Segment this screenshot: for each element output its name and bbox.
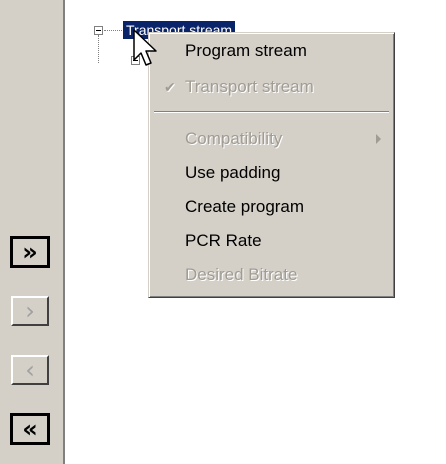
add-all-button[interactable]: » — [10, 236, 50, 268]
remove-button[interactable]: ‹ — [11, 355, 49, 385]
menu-item-desired-bitrate: Desired Bitrate — [185, 265, 298, 284]
menu-item-program-stream[interactable]: Program stream — [152, 35, 391, 67]
context-menu: Program stream ✔ Transport stream Compat… — [148, 32, 395, 298]
menu-item-compatibility: Compatibility — [152, 123, 391, 155]
double-chevron-right-icon: » — [22, 238, 38, 266]
menu-item-pcr-rate[interactable]: PCR Rate — [152, 225, 391, 257]
double-chevron-left-icon: « — [22, 415, 38, 443]
menu-item-create-program[interactable]: Create program — [152, 191, 391, 223]
add-button[interactable]: › — [11, 296, 49, 326]
menu-item-transport-stream: ✔ Transport stream — [152, 71, 391, 103]
chevron-right-icon: › — [25, 297, 35, 325]
collapse-root-icon[interactable] — [94, 26, 103, 35]
submenu-arrow-icon — [376, 134, 381, 144]
tree-connector — [98, 35, 100, 63]
menu-item-use-padding[interactable]: Use padding — [152, 157, 391, 189]
mouse-pointer-icon — [133, 29, 157, 66]
checkmark-icon: ✔ — [164, 79, 176, 95]
left-button-panel: » › ‹ « — [0, 0, 63, 464]
menu-separator — [154, 111, 389, 113]
chevron-left-icon: ‹ — [25, 356, 35, 384]
tree-connector — [104, 30, 122, 32]
remove-all-button[interactable]: « — [10, 413, 50, 445]
